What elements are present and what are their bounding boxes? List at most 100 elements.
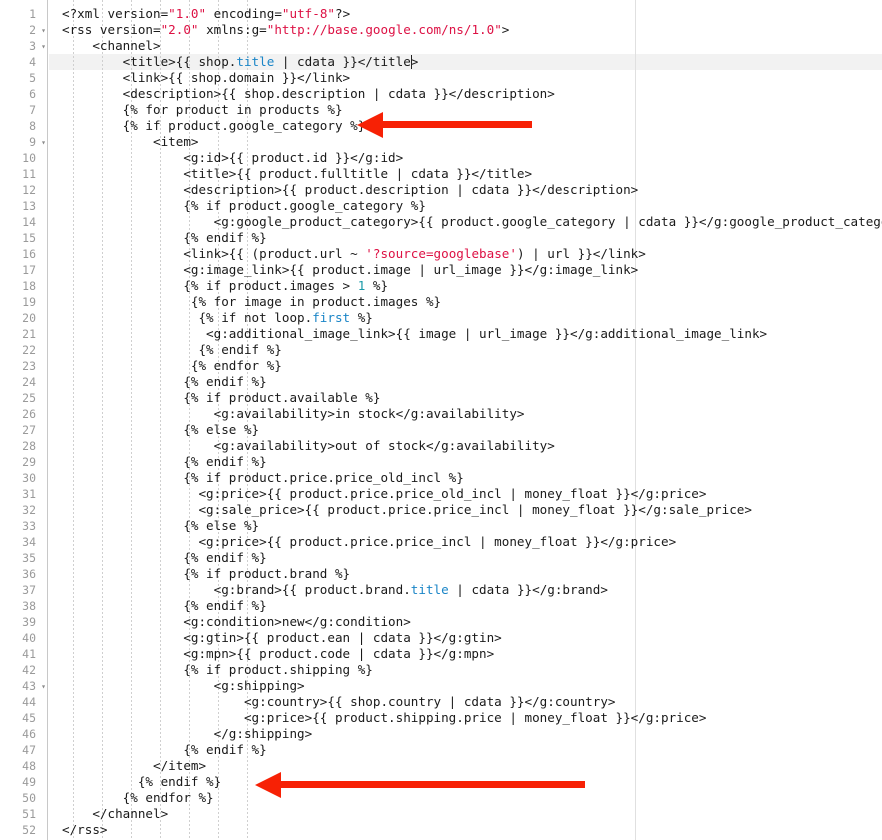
code-line-9[interactable]: <item> — [62, 134, 199, 150]
code-line-36[interactable]: {% if product.brand %} — [62, 566, 350, 582]
code-line-51[interactable]: </channel> — [62, 806, 168, 822]
gutter-line-5[interactable]: 5 — [0, 70, 48, 86]
code-line-16[interactable]: <link>{{ (product.url ~ '?source=googleb… — [62, 246, 646, 262]
gutter-line-41[interactable]: 41 — [0, 646, 48, 662]
gutter-line-36[interactable]: 36 — [0, 566, 48, 582]
code-line-4[interactable]: <title>{{ shop.title | cdata }}</title> — [62, 54, 419, 70]
gutter-line-2[interactable]: 2 ▾ — [0, 22, 48, 38]
gutter-line-24[interactable]: 24 — [0, 374, 48, 390]
gutter-line-6[interactable]: 6 — [0, 86, 48, 102]
code-line-29[interactable]: {% endif %} — [62, 454, 266, 470]
code-line-27[interactable]: {% else %} — [62, 422, 259, 438]
code-line-24[interactable]: {% endif %} — [62, 374, 266, 390]
gutter-line-29[interactable]: 29 — [0, 454, 48, 470]
gutter-line-33[interactable]: 33 — [0, 518, 48, 534]
gutter-line-17[interactable]: 17 — [0, 262, 48, 278]
gutter-line-4[interactable]: 4 — [0, 54, 48, 70]
gutter-line-47[interactable]: 47 — [0, 742, 48, 758]
gutter-line-35[interactable]: 35 — [0, 550, 48, 566]
gutter-line-7[interactable]: 7 — [0, 102, 48, 118]
code-line-42[interactable]: {% if product.shipping %} — [62, 662, 373, 678]
gutter-line-52[interactable]: 52 — [0, 822, 48, 838]
gutter-line-16[interactable]: 16 — [0, 246, 48, 262]
code-line-52[interactable]: </rss> — [62, 822, 108, 838]
chevron-down-icon[interactable]: ▾ — [39, 135, 48, 151]
gutter-line-28[interactable]: 28 — [0, 438, 48, 454]
code-line-31[interactable]: <g:price>{{ product.price.price_old_incl… — [62, 486, 706, 502]
gutter-line-9[interactable]: 9 ▾ — [0, 134, 48, 150]
code-line-1[interactable]: <?xml version="1.0" encoding="utf-8"?> — [62, 6, 350, 22]
code-line-49[interactable]: {% endif %} — [62, 774, 221, 790]
gutter-line-42[interactable]: 42 — [0, 662, 48, 678]
code-line-13[interactable]: {% if product.google_category %} — [62, 198, 426, 214]
code-line-46[interactable]: </g:shipping> — [62, 726, 313, 742]
gutter-line-43[interactable]: 43 ▾ — [0, 678, 48, 694]
code-line-38[interactable]: {% endif %} — [62, 598, 266, 614]
code-line-37[interactable]: <g:brand>{{ product.brand.title | cdata … — [62, 582, 608, 598]
chevron-down-icon[interactable]: ▾ — [39, 39, 48, 55]
code-line-40[interactable]: <g:gtin>{{ product.ean | cdata }}</g:gti… — [62, 630, 501, 646]
code-line-14[interactable]: <g:google_product_category>{{ product.go… — [62, 214, 882, 230]
code-line-28[interactable]: <g:availability>out of stock</g:availabi… — [62, 438, 555, 454]
code-line-6[interactable]: <description>{{ shop.description | cdata… — [62, 86, 555, 102]
gutter-line-22[interactable]: 22 — [0, 342, 48, 358]
gutter-line-34[interactable]: 34 — [0, 534, 48, 550]
gutter-line-39[interactable]: 39 — [0, 614, 48, 630]
code-line-47[interactable]: {% endif %} — [62, 742, 266, 758]
code-line-15[interactable]: {% endif %} — [62, 230, 266, 246]
code-line-21[interactable]: <g:additional_image_link>{{ image | url_… — [62, 326, 767, 342]
code-line-48[interactable]: </item> — [62, 758, 206, 774]
code-line-34[interactable]: <g:price>{{ product.price.price_incl | m… — [62, 534, 676, 550]
code-line-50[interactable]: {% endfor %} — [62, 790, 214, 806]
gutter-line-30[interactable]: 30 — [0, 470, 48, 486]
chevron-down-icon[interactable]: ▾ — [39, 23, 48, 39]
chevron-down-icon[interactable]: ▾ — [39, 679, 48, 695]
gutter-line-8[interactable]: 8 — [0, 118, 48, 134]
gutter-line-21[interactable]: 21 — [0, 326, 48, 342]
gutter-line-15[interactable]: 15 — [0, 230, 48, 246]
gutter-line-40[interactable]: 40 — [0, 630, 48, 646]
gutter-line-31[interactable]: 31 — [0, 486, 48, 502]
gutter-line-23[interactable]: 23 — [0, 358, 48, 374]
code-line-26[interactable]: <g:availability>in stock</g:availability… — [62, 406, 525, 422]
gutter-line-44[interactable]: 44 — [0, 694, 48, 710]
gutter-line-48[interactable]: 48 — [0, 758, 48, 774]
gutter-line-1[interactable]: 1 — [0, 6, 48, 22]
code-line-39[interactable]: <g:condition>new</g:condition> — [62, 614, 410, 630]
gutter-line-19[interactable]: 19 — [0, 294, 48, 310]
gutter-line-27[interactable]: 27 — [0, 422, 48, 438]
code-line-41[interactable]: <g:mpn>{{ product.code | cdata }}</g:mpn… — [62, 646, 494, 662]
code-line-2[interactable]: <rss version="2.0" xmlns:g="http://base.… — [62, 22, 509, 38]
gutter-line-37[interactable]: 37 — [0, 582, 48, 598]
code-line-44[interactable]: <g:country>{{ shop.country | cdata }}</g… — [62, 694, 616, 710]
gutter-line-51[interactable]: 51 — [0, 806, 48, 822]
code-line-17[interactable]: <g:image_link>{{ product.image | url_ima… — [62, 262, 638, 278]
code-line-45[interactable]: <g:price>{{ product.shipping.price | mon… — [62, 710, 707, 726]
gutter-line-3[interactable]: 3 ▾ — [0, 38, 48, 54]
code-line-30[interactable]: {% if product.price.price_old_incl %} — [62, 470, 464, 486]
code-line-12[interactable]: <description>{{ product.description | cd… — [62, 182, 638, 198]
code-line-33[interactable]: {% else %} — [62, 518, 259, 534]
code-line-20[interactable]: {% if not loop.first %} — [62, 310, 372, 326]
code-editor[interactable]: 1 2 ▾ 3 ▾ 4 5 6 7 8 9 ▾ 10 11 12 13 14 15 16 17 18 19 20 21 22 23… — [0, 0, 882, 840]
code-line-43[interactable]: <g:shipping> — [62, 678, 305, 694]
line-number-gutter[interactable]: 1 2 ▾ 3 ▾ 4 5 6 7 8 9 ▾ 10 11 12 13 14 15 16 17 18 19 20 21 22 23… — [0, 0, 48, 840]
gutter-line-25[interactable]: 25 — [0, 390, 48, 406]
code-line-5[interactable]: <link>{{ shop.domain }}</link> — [62, 70, 350, 86]
code-line-32[interactable]: <g:sale_price>{{ product.price.price_inc… — [62, 502, 752, 518]
code-line-11[interactable]: <title>{{ product.fulltitle | cdata }}</… — [62, 166, 532, 182]
gutter-line-49[interactable]: 49 — [0, 774, 48, 790]
gutter-line-20[interactable]: 20 — [0, 310, 48, 326]
gutter-line-38[interactable]: 38 — [0, 598, 48, 614]
gutter-line-11[interactable]: 11 — [0, 166, 48, 182]
code-line-25[interactable]: {% if product.available %} — [62, 390, 380, 406]
gutter-line-45[interactable]: 45 — [0, 710, 48, 726]
gutter-line-10[interactable]: 10 — [0, 150, 48, 166]
code-line-8[interactable]: {% if product.google_category %} — [62, 118, 366, 134]
code-line-18[interactable]: {% if product.images > 1 %} — [62, 278, 388, 294]
code-line-10[interactable]: <g:id>{{ product.id }}</g:id> — [62, 150, 403, 166]
code-line-19[interactable]: {% for image in product.images %} — [62, 294, 441, 310]
code-line-23[interactable]: {% endfor %} — [62, 358, 282, 374]
gutter-line-18[interactable]: 18 — [0, 278, 48, 294]
gutter-line-13[interactable]: 13 — [0, 198, 48, 214]
